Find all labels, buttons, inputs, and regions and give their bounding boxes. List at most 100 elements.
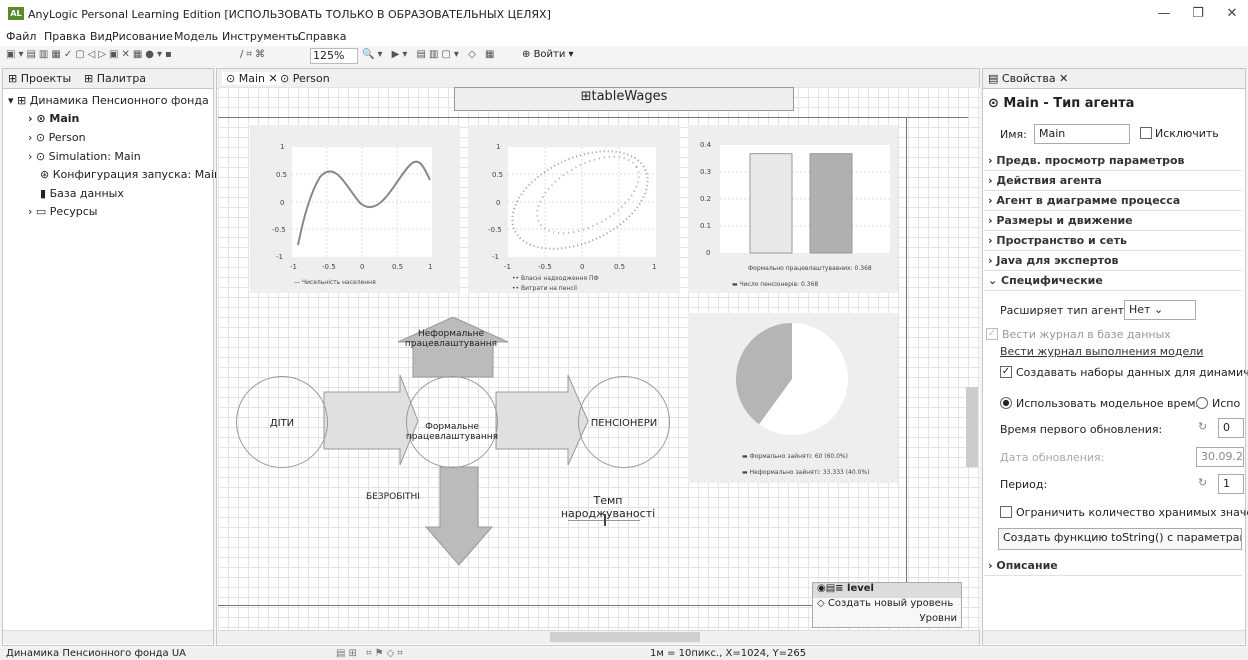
tree-item-project[interactable]: ▾ ⊞ Динамика Пенсионного фонда bbox=[8, 94, 209, 107]
section-java-experts[interactable]: › Java для экспертов bbox=[984, 252, 1242, 271]
model-time-radio[interactable]: ● bbox=[1000, 397, 1012, 409]
properties-hscrollbar[interactable] bbox=[983, 630, 1245, 644]
status-coords: 1м = 10пикс., X=1024, Y=265 bbox=[650, 648, 807, 659]
toolbar-icons-left[interactable]: ▣▾▤▥▦✓▢◁▷▣✕▦●▾▪ bbox=[6, 49, 175, 60]
chart-employment-pie[interactable]: ▬ Формально зайняті: 60 (60.0%) ▬ Неформ… bbox=[688, 313, 898, 483]
table-wages[interactable]: ⊞tableWages bbox=[454, 87, 794, 111]
chart-pie-legend-1: ▬ Формально зайняті: 60 (60.0%) bbox=[742, 453, 848, 460]
x-tick: -0.5 bbox=[322, 263, 336, 271]
menu-tools[interactable]: Инструменты bbox=[222, 30, 301, 43]
maximize-icon[interactable]: ❐ bbox=[1186, 6, 1210, 22]
menu-help[interactable]: Справка bbox=[298, 30, 346, 43]
section-specific[interactable]: ⌄ Специфические bbox=[984, 272, 1242, 291]
x-tick: 0.5 bbox=[614, 263, 625, 271]
frame-bottom-line bbox=[218, 605, 908, 606]
section-params-preview[interactable]: › Предв. просмотр параметров bbox=[984, 152, 1242, 171]
first-update-icon[interactable]: ↻ bbox=[1198, 420, 1207, 433]
menu-view[interactable]: Вид bbox=[90, 30, 112, 43]
chart-bar-legend-1: Формально працевлаштувавних: 0.368 bbox=[748, 265, 872, 272]
exclude-checkbox[interactable] bbox=[1140, 127, 1152, 139]
y-tick: 0 bbox=[280, 199, 284, 207]
date-field[interactable]: 30.09.2 bbox=[1196, 447, 1244, 467]
birthrate-label: Темп народжуваності bbox=[560, 494, 656, 520]
period-icon[interactable]: ↻ bbox=[1198, 476, 1207, 489]
create-level-button[interactable]: ◇ Создать новый уровень bbox=[813, 598, 961, 613]
period-field[interactable]: 1 bbox=[1218, 474, 1244, 494]
tab-main[interactable]: ⊙ Main ✕ bbox=[222, 72, 282, 85]
y-tick: -1 bbox=[492, 253, 499, 261]
y-tick: 1 bbox=[496, 143, 500, 151]
log-db-checkbox[interactable]: ✓ bbox=[986, 328, 998, 340]
formal-label: Формальне працевлаштування bbox=[405, 422, 499, 442]
x-tick: 0 bbox=[360, 263, 364, 271]
levels-panel: ◉▤≡ level ◇ Создать новый уровень Уровни bbox=[812, 582, 962, 628]
chart-pension-legend-1: •• Власні надходження ПФ bbox=[512, 275, 599, 282]
left-scrollbar[interactable] bbox=[3, 630, 213, 644]
first-update-label: Время первого обновления: bbox=[1000, 423, 1163, 436]
date-label: Дата обновления: bbox=[1000, 451, 1105, 464]
toolbar-icons-mid[interactable]: /⌗⌘ bbox=[240, 49, 268, 60]
level-item[interactable]: ◉▤≡ level bbox=[813, 583, 961, 598]
tree-item-main[interactable]: › ⊙ Main bbox=[28, 112, 79, 125]
tab-palette[interactable]: ⊞ Палитра bbox=[84, 72, 146, 85]
name-field[interactable]: Main bbox=[1034, 124, 1130, 144]
section-space-network[interactable]: › Пространство и сеть bbox=[984, 232, 1242, 251]
section-agent-in-process[interactable]: › Агент в диаграмме процесса bbox=[984, 192, 1242, 211]
toolbar bbox=[0, 46, 1248, 66]
menu-draw[interactable]: Рисование bbox=[112, 30, 173, 43]
section-size-movement[interactable]: › Размеры и движение bbox=[984, 212, 1242, 231]
section-description[interactable]: › Описание bbox=[984, 557, 1242, 576]
tab-projects[interactable]: ⊞ Проекты bbox=[8, 72, 71, 85]
exclude-label: Исключить bbox=[1155, 127, 1219, 140]
status-icons[interactable]: ▤⊞ ⌗⚑◇⌗ bbox=[336, 648, 406, 659]
log-db-label: Вести журнал в базе данных bbox=[1002, 328, 1171, 341]
tab-properties[interactable]: ▤ Свойства ✕ bbox=[988, 72, 1068, 85]
chart-population[interactable]: 1 0.5 0 -0.5 -1 -1 -0.5 0 0.5 1 — Чисель… bbox=[250, 125, 460, 293]
create-datasets-checkbox[interactable]: ✓ bbox=[1000, 366, 1012, 378]
y-tick: -0.5 bbox=[272, 226, 286, 234]
tostring-button[interactable]: Создать функцию toString() с параметрами bbox=[998, 528, 1242, 550]
login-button[interactable]: ⊕ Войти ▾ bbox=[522, 49, 574, 60]
toolbar-icons-right[interactable]: 🔍▾ ▶▾ ▤▥▢▾ ◇ ▦ bbox=[362, 49, 497, 60]
window-title: AnyLogic Personal Learning Edition [ИСПО… bbox=[28, 8, 551, 21]
x-tick: 0.5 bbox=[392, 263, 403, 271]
limit-checkbox[interactable] bbox=[1000, 506, 1012, 518]
chart-population-legend: — Чисельність населення bbox=[294, 279, 376, 286]
tree-item-database[interactable]: ▮ База данных bbox=[40, 187, 124, 200]
chart-employment-bar[interactable]: 0.4 0.3 0.2 0.1 0 Формально працевлаштув… bbox=[688, 125, 898, 293]
y-tick: -1 bbox=[276, 253, 283, 261]
extends-select[interactable]: Нет ⌄ bbox=[1124, 300, 1196, 320]
menu-model[interactable]: Модель bbox=[174, 30, 218, 43]
minimize-icon[interactable]: — bbox=[1152, 6, 1176, 22]
log-model-link[interactable]: Вести журнал выполнения модели bbox=[1000, 345, 1203, 358]
close-icon[interactable]: ✕ bbox=[1220, 6, 1244, 22]
tree-item-resources[interactable]: › ▭ Ресурсы bbox=[28, 205, 97, 218]
chart-pension-legend-2: •• Витрати на пенсії bbox=[512, 285, 577, 292]
y-tick: 0 bbox=[496, 199, 500, 207]
name-label: Имя: bbox=[1000, 128, 1027, 141]
section-agent-actions[interactable]: › Действия агента bbox=[984, 172, 1242, 191]
y-tick: 0.5 bbox=[492, 171, 503, 179]
bar-1 bbox=[809, 153, 853, 254]
tab-person[interactable]: ⊙ Person bbox=[280, 72, 330, 85]
first-update-field[interactable]: 0 bbox=[1218, 418, 1244, 438]
other-time-radio[interactable] bbox=[1196, 397, 1208, 409]
tree-item-person[interactable]: › ⊙ Person bbox=[28, 131, 86, 144]
y-tick: 1 bbox=[280, 143, 284, 151]
anylogic-app-icon: AL bbox=[8, 7, 24, 20]
menu-edit[interactable]: Правка bbox=[44, 30, 86, 43]
canvas-vscroll-thumb[interactable] bbox=[966, 387, 978, 467]
birthrate-slider-thumb[interactable] bbox=[604, 514, 606, 526]
editor-hscroll-thumb[interactable] bbox=[550, 632, 700, 642]
y-tick: -0.5 bbox=[488, 226, 502, 234]
tree-item-run-config[interactable]: ⊛ Конфигурация запуска: Main bbox=[40, 168, 221, 181]
children-to-formal-arrow bbox=[323, 374, 419, 466]
menu-file[interactable]: Файл bbox=[6, 30, 36, 43]
chart-pension-fund[interactable]: 1 0.5 0 -0.5 -1 -1 -0.5 0 0.5 1 •• Власн… bbox=[468, 125, 680, 293]
frame-right-line bbox=[906, 117, 907, 597]
tree-item-simulation[interactable]: › ⊙ Simulation: Main bbox=[28, 150, 141, 163]
y-tick: 0.4 bbox=[700, 141, 712, 149]
zoom-select[interactable]: 125% bbox=[310, 48, 358, 64]
chart-population-plot: 1 0.5 0 -0.5 -1 -1 -0.5 0 0.5 1 bbox=[272, 143, 432, 271]
graphical-editor-canvas[interactable]: ⊞tableWages 1 0.5 0 -0.5 -1 -1 -0.5 0 0.… bbox=[218, 87, 980, 630]
